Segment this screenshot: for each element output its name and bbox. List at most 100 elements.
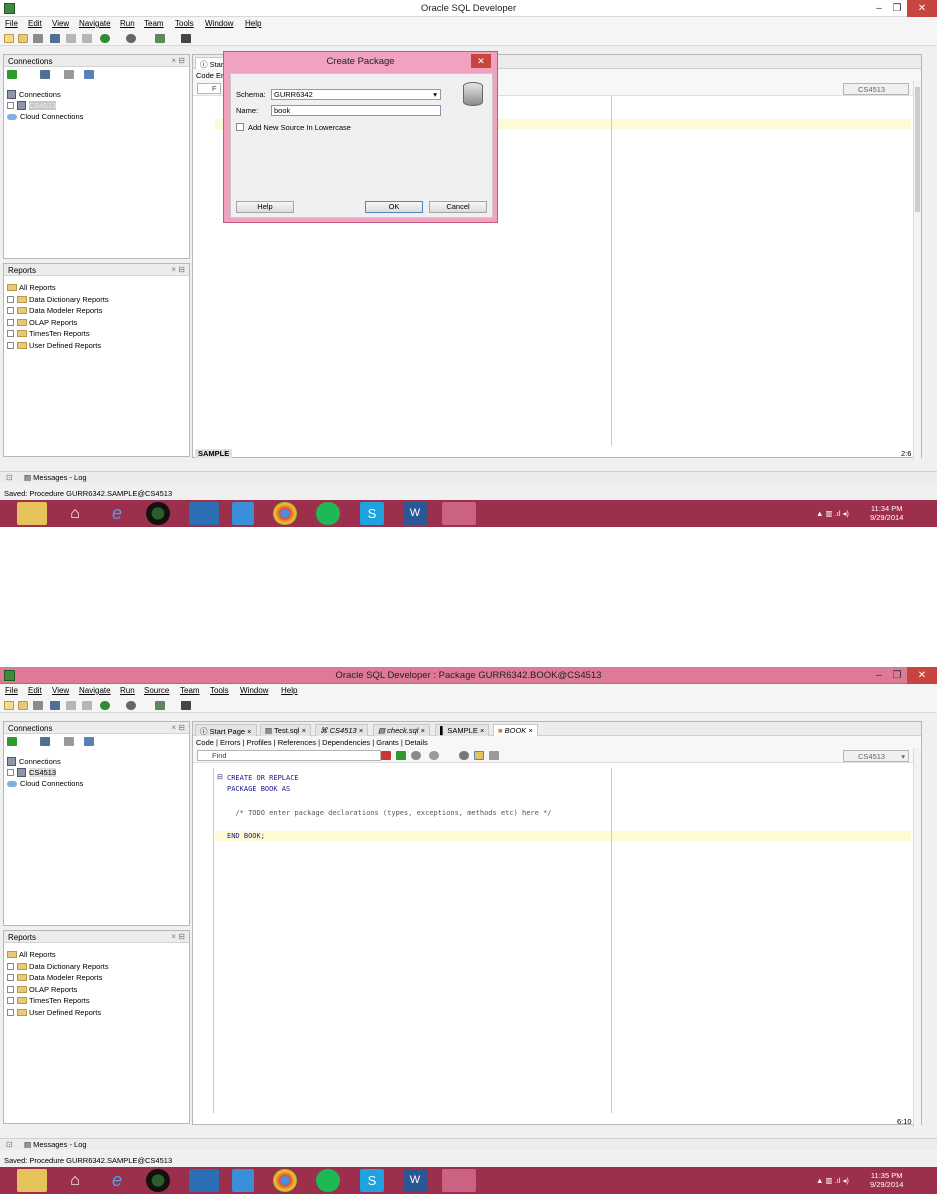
bottom-tab-sample[interactable]: SAMPLE — [195, 449, 233, 458]
open-icon[interactable] — [18, 701, 28, 710]
panel-minimize-icon[interactable]: × ⊟ — [171, 56, 185, 65]
expand-icon[interactable] — [7, 341, 14, 349]
panel-minimize-icon[interactable]: × ⊟ — [171, 265, 185, 274]
back-icon[interactable] — [100, 34, 110, 43]
name-input[interactable]: book — [271, 105, 441, 116]
vertical-scrollbar[interactable] — [913, 748, 921, 1128]
tab-check-sql[interactable]: ▤ check.sql × — [373, 724, 430, 736]
lowercase-checkbox[interactable] — [236, 123, 244, 131]
stop-icon[interactable] — [459, 751, 469, 760]
tree-timesten-reports[interactable]: TimesTen Reports — [7, 995, 90, 1006]
connection-select[interactable]: CS4513 ▾ — [843, 750, 909, 762]
tree-data-modeler-reports[interactable]: Data Modeler Reports — [7, 305, 102, 316]
menu-file[interactable]: File — [5, 686, 18, 695]
menu-help[interactable]: Help — [281, 686, 297, 695]
menu-run[interactable]: Run — [120, 686, 135, 695]
word-icon[interactable]: W — [403, 502, 427, 525]
undo-icon[interactable] — [66, 34, 76, 43]
word-icon[interactable]: W — [403, 1169, 427, 1192]
save-all-icon[interactable] — [50, 701, 60, 710]
expand-icon[interactable] — [7, 962, 14, 970]
expand-icon[interactable] — [7, 307, 14, 314]
tree-all-reports[interactable]: All Reports — [7, 282, 56, 293]
binoculars-icon[interactable] — [181, 34, 191, 43]
tree-olap-reports[interactable]: OLAP Reports — [7, 984, 77, 995]
add-connection-icon[interactable] — [7, 70, 17, 79]
editor-subtabs[interactable]: Code | Errors | Profiles | References | … — [193, 736, 921, 748]
code-line-4[interactable]: /* TODO enter package declarations (type… — [227, 809, 551, 817]
schema-browser-icon[interactable] — [40, 70, 50, 79]
add-connection-icon[interactable] — [7, 737, 17, 746]
menu-tools[interactable]: Tools — [175, 19, 194, 28]
menu-tools[interactable]: Tools — [210, 686, 229, 695]
tree-connections-root[interactable]: Connections — [7, 756, 61, 767]
help-button[interactable]: Help — [236, 201, 294, 213]
tree-data-dictionary-reports[interactable]: Data Dictionary Reports — [7, 294, 109, 305]
tab-sample[interactable]: ▌ SAMPLE × — [435, 724, 490, 736]
menu-edit[interactable]: Edit — [28, 686, 42, 695]
save-icon[interactable] — [33, 701, 43, 710]
ok-button[interactable]: OK — [365, 201, 423, 213]
skype-icon[interactable]: S — [360, 502, 384, 525]
back-icon[interactable] — [100, 701, 110, 710]
tree-user-defined-reports[interactable]: User Defined Reports — [7, 1007, 101, 1018]
code-line-6[interactable]: END BOOK; — [227, 832, 265, 840]
forward-icon[interactable] — [126, 701, 136, 710]
xbox-icon[interactable] — [146, 502, 170, 525]
spotify-icon[interactable] — [316, 502, 340, 525]
taskbar-clock[interactable]: 11:35 PM 9/29/2014 — [870, 1171, 903, 1189]
expand-icon[interactable] — [7, 295, 14, 303]
tree-timesten-reports[interactable]: TimesTen Reports — [7, 328, 90, 339]
close-icon[interactable]: × — [302, 726, 306, 735]
close-icon[interactable]: × — [359, 726, 363, 735]
close-icon[interactable]: × — [247, 727, 251, 736]
store-icon[interactable] — [232, 1169, 254, 1192]
menu-file[interactable]: File — [5, 19, 18, 28]
collapse-icon[interactable]: ⊡ — [6, 1140, 13, 1149]
vertical-scrollbar[interactable] — [913, 81, 921, 461]
home-icon[interactable]: ⌂ — [60, 502, 90, 525]
close-icon[interactable]: × — [528, 726, 532, 735]
close-button[interactable]: ✕ — [907, 0, 937, 17]
sql-developer-taskbar-icon[interactable] — [442, 1169, 476, 1192]
schema-select[interactable]: GURR6342 ▾ — [271, 89, 441, 100]
close-icon[interactable]: × — [421, 726, 425, 735]
undo-icon[interactable] — [66, 701, 76, 710]
system-tray[interactable]: ▲ ▥ .ıl ◂) — [816, 1167, 849, 1194]
gear-icon[interactable] — [429, 751, 439, 760]
tree-cloud-connections[interactable]: Cloud Connections — [7, 778, 83, 789]
code-line-2[interactable]: PACKAGE BOOK AS — [227, 785, 290, 793]
tab-test-sql[interactable]: ▤ Test.sql × — [260, 724, 311, 736]
menu-team[interactable]: Team — [180, 686, 200, 695]
tree-data-modeler-reports[interactable]: Data Modeler Reports — [7, 972, 102, 983]
find-input[interactable]: F — [197, 83, 221, 94]
new-file-icon[interactable] — [4, 34, 14, 43]
ie-icon[interactable]: e — [102, 502, 132, 525]
file-explorer-icon[interactable] — [17, 502, 47, 525]
dialog-close-button[interactable]: ✕ — [471, 54, 491, 68]
compile-icon[interactable] — [381, 751, 391, 760]
system-tray[interactable]: ▲ ▥ .ıl ◂) — [816, 500, 849, 527]
expand-icon[interactable] — [7, 985, 14, 993]
menu-view[interactable]: View — [52, 19, 69, 28]
edit-icon[interactable] — [474, 751, 484, 760]
sql-worksheet-icon[interactable] — [155, 701, 165, 710]
menu-team[interactable]: Team — [144, 19, 164, 28]
expand-icon[interactable] — [7, 997, 14, 1004]
subtab-code[interactable]: Code — [196, 71, 214, 80]
open-icon[interactable] — [18, 34, 28, 43]
sql-developer-taskbar-icon[interactable] — [442, 502, 476, 525]
panel-minimize-icon[interactable]: × ⊟ — [171, 723, 185, 732]
expand-icon[interactable] — [7, 974, 14, 981]
menu-source[interactable]: Source — [144, 686, 169, 695]
tree-connection-cs4513[interactable]: CS4513 — [7, 767, 57, 778]
fold-icon[interactable]: ⊟ — [217, 773, 223, 781]
skype-icon[interactable]: S — [360, 1169, 384, 1192]
tree-cloud-connections[interactable]: Cloud Connections — [7, 111, 83, 122]
messages-log-tab[interactable]: ▤ Messages - Log — [24, 473, 87, 482]
xbox-icon[interactable] — [146, 1169, 170, 1192]
spotify-icon[interactable] — [316, 1169, 340, 1192]
menu-view[interactable]: View — [52, 686, 69, 695]
new-file-icon[interactable] — [4, 701, 14, 710]
menu-edit[interactable]: Edit — [28, 19, 42, 28]
